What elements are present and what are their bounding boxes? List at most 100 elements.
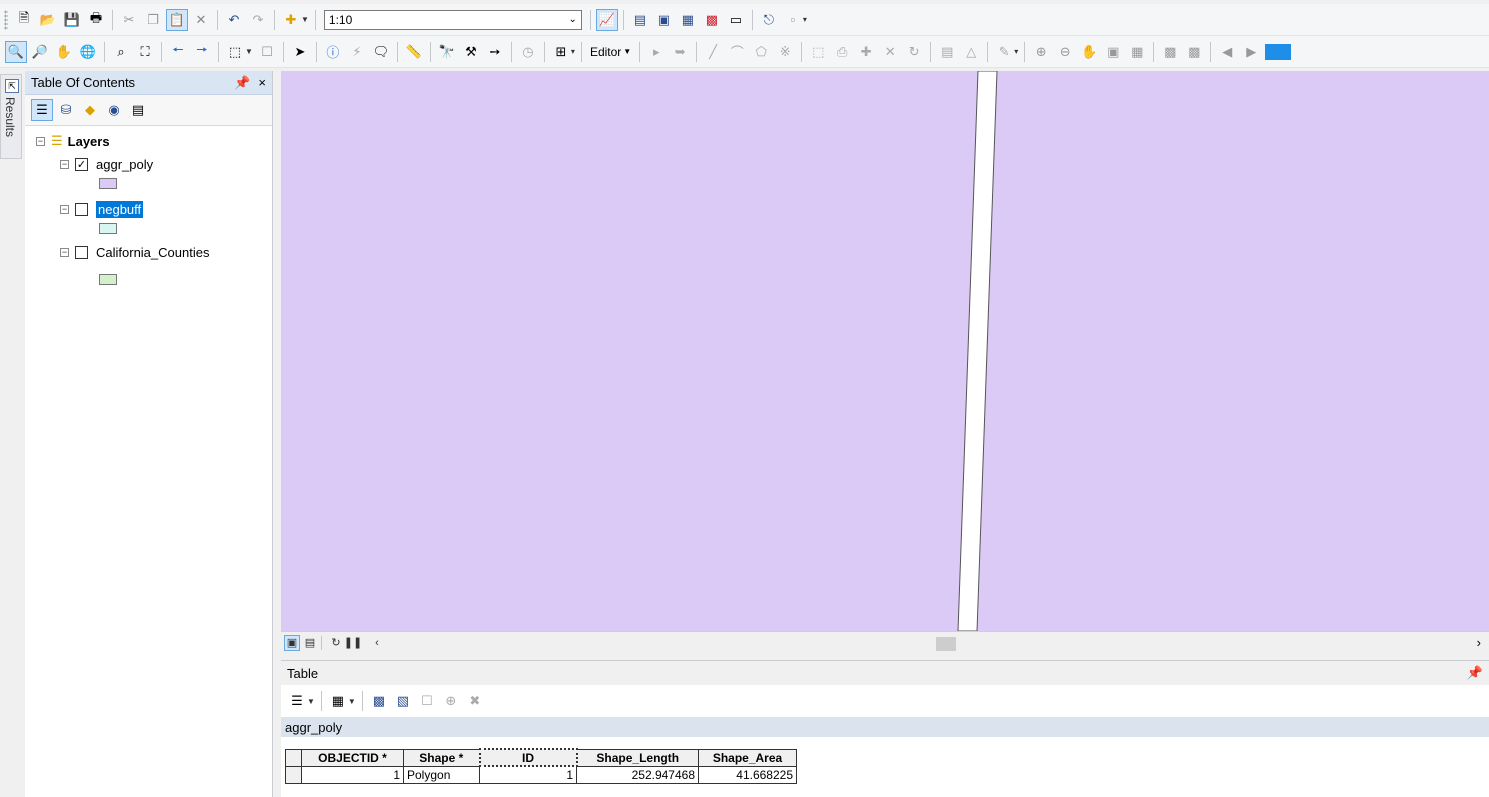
table-tab-name[interactable]: aggr_poly	[281, 717, 1489, 737]
delete-icon[interactable]: ✕	[190, 9, 212, 31]
fixed-zoom-in-icon[interactable]: ⌕	[110, 41, 132, 63]
tools-overflow-icon[interactable]: ▾	[571, 47, 575, 56]
table-options-dropdown-icon[interactable]: ▼	[307, 697, 315, 706]
edit-vertices-icon[interactable]: ⬚	[807, 41, 829, 63]
pin-icon[interactable]: 📌	[1467, 665, 1483, 681]
fixed-zoom-out-layout-icon[interactable]: ▩	[1183, 41, 1205, 63]
attributes-icon[interactable]: ▤	[936, 41, 958, 63]
collapse-icon[interactable]: −	[36, 136, 45, 146]
clear-selection-icon[interactable]: ☐	[256, 41, 278, 63]
hyperlink-icon[interactable]: ⚡	[346, 41, 368, 63]
pause-drawing-icon[interactable]: ❚❚	[344, 636, 362, 650]
fixed-zoom-in-layout-icon[interactable]: ▩	[1159, 41, 1181, 63]
print-icon[interactable]: 🖶	[85, 9, 107, 31]
layout-forward-icon[interactable]: ▶	[1240, 41, 1262, 63]
layout-back-icon[interactable]: ◀	[1216, 41, 1238, 63]
refresh-icon[interactable]: ↻	[329, 636, 343, 650]
list-by-source-icon[interactable]: ⛁	[55, 99, 77, 121]
python-window-icon[interactable]: ▭	[725, 9, 747, 31]
paste-icon[interactable]: 📋	[166, 8, 188, 31]
layout-pan-icon[interactable]: ✋	[1078, 41, 1100, 63]
zoom-100-percent-icon[interactable]: ▦	[1126, 41, 1148, 63]
cut-polygons-icon[interactable]: ✚	[855, 41, 877, 63]
cell-objectid[interactable]: 1	[301, 765, 404, 784]
close-icon[interactable]: ×	[258, 75, 266, 91]
cell-shape-length[interactable]: 252.947468	[576, 765, 699, 784]
map-scale-combobox[interactable]: 1:10 ⌄	[323, 9, 582, 30]
layers-root-row[interactable]: − ☰ Layers	[36, 131, 110, 151]
toc-options-icon[interactable]: ▤	[127, 99, 149, 121]
layout-view-icon[interactable]: ▤	[303, 636, 317, 650]
scroll-right-icon[interactable]: ›	[1477, 635, 1481, 650]
point-icon[interactable]: ※	[774, 41, 796, 63]
column-header-id[interactable]: ID	[478, 748, 578, 767]
related-tables-dropdown-icon[interactable]: ▼	[348, 697, 356, 706]
fixed-zoom-out-icon[interactable]: ⛶	[134, 41, 156, 63]
layout-zoom-out-icon[interactable]: ⊖	[1054, 41, 1076, 63]
find-route-icon[interactable]: ⚒	[460, 41, 482, 63]
edit-annotation-icon[interactable]: ➥	[669, 41, 691, 63]
toc-window-icon[interactable]: ▤	[629, 9, 651, 31]
map-display[interactable]	[281, 71, 1489, 631]
pan-hand-icon[interactable]: ✋	[53, 41, 75, 63]
table-row[interactable]: 1 Polygon 1 252.947468 41.668225	[285, 765, 797, 784]
results-side-tab[interactable]: ⇱ Results	[0, 74, 22, 159]
delete-selected-icon[interactable]: ✖	[464, 690, 486, 712]
save-icon[interactable]: 💾	[61, 9, 83, 31]
full-extent-globe-icon[interactable]: 🌐	[77, 41, 99, 63]
trace-icon[interactable]: ⬠	[750, 41, 772, 63]
horizontal-scrollbar[interactable]	[411, 637, 1469, 651]
cell-id[interactable]: 1	[479, 765, 577, 784]
layer-visibility-checkbox[interactable]: ✓	[75, 157, 88, 171]
editor-menu-button[interactable]: Editor ▼	[586, 45, 635, 59]
redo-icon[interactable]: ↷	[247, 9, 269, 31]
zoom-out-icon[interactable]: 🔎	[29, 41, 51, 63]
catalog-window-icon[interactable]: ▣	[653, 9, 675, 31]
modelbuilder-icon[interactable]: ⎋	[758, 9, 780, 31]
time-slider-icon[interactable]: ◷	[517, 41, 539, 63]
go-to-xy-icon[interactable]: ➙	[484, 41, 506, 63]
switch-selection-icon[interactable]: ▧	[392, 690, 414, 712]
zoom-whole-page-icon[interactable]: ▣	[1102, 41, 1124, 63]
row-selector-header[interactable]	[285, 748, 302, 767]
column-header-shape[interactable]: Shape *	[403, 748, 480, 767]
layer-label[interactable]: California_Counties	[96, 245, 209, 260]
rotate-icon[interactable]: ↻	[903, 41, 925, 63]
column-header-objectid[interactable]: OBJECTID *	[301, 748, 404, 767]
related-tables-icon[interactable]: ▦	[327, 690, 349, 712]
layer-label[interactable]: aggr_poly	[96, 157, 153, 172]
list-by-visibility-icon[interactable]: ◆	[79, 99, 101, 121]
back-arrow-icon[interactable]: 🠔	[167, 41, 189, 63]
layer-symbol-swatch[interactable]	[99, 178, 117, 189]
chevron-down-icon[interactable]: ⌄	[569, 14, 577, 25]
add-data-dropdown-icon[interactable]: ▼	[301, 15, 309, 24]
clear-selection-table-icon[interactable]: ☐	[416, 690, 438, 712]
end-point-arc-icon[interactable]: ⌒	[726, 41, 748, 63]
straight-segment-icon[interactable]: ╱	[702, 41, 724, 63]
layer-visibility-checkbox[interactable]	[75, 202, 88, 216]
layer-visibility-checkbox[interactable]	[75, 245, 88, 259]
viewer-window-icon[interactable]: ⊞	[550, 41, 572, 63]
cell-shape-area[interactable]: 41.668225	[698, 765, 797, 784]
layer-symbol-swatch[interactable]	[99, 274, 117, 285]
list-by-selection-icon[interactable]: ◉	[103, 99, 125, 121]
collapse-icon[interactable]: −	[60, 159, 69, 169]
list-by-drawing-order-icon[interactable]: ☰	[31, 99, 53, 121]
table-options-icon[interactable]: ☰	[286, 690, 308, 712]
cut-icon[interactable]: ✂	[118, 9, 140, 31]
column-header-shape-length[interactable]: Shape_Length	[576, 748, 699, 767]
toolbar-overflow-icon[interactable]: ▾	[803, 15, 807, 24]
select-features-icon[interactable]: ⬚	[224, 41, 246, 63]
html-popup-icon[interactable]: 🗨	[370, 41, 392, 63]
scroll-left-icon[interactable]: ‹	[370, 636, 384, 650]
edit-tool-icon[interactable]: ▸	[645, 41, 667, 63]
copy-icon[interactable]: ❐	[142, 9, 164, 31]
create-features-icon[interactable]: ✎	[993, 41, 1015, 63]
layer-symbol-swatch[interactable]	[99, 223, 117, 234]
pin-icon[interactable]: 📌	[234, 75, 250, 91]
layer-label[interactable]: negbuff	[96, 200, 144, 218]
sketch-properties-icon[interactable]: △	[960, 41, 982, 63]
reshape-icon[interactable]: ⎙	[831, 41, 853, 63]
scrollbar-thumb[interactable]	[936, 637, 956, 651]
row-selector[interactable]	[285, 765, 302, 784]
